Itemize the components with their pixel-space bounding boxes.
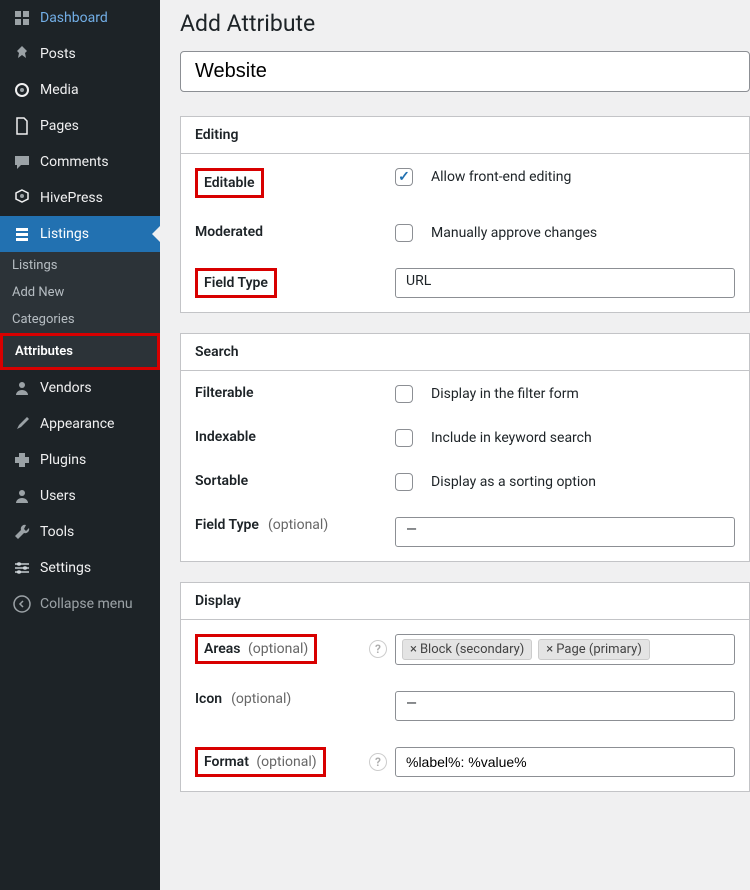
area-tag: ×Page (primary) [538, 639, 650, 660]
icon-select[interactable]: — [395, 691, 735, 721]
sidebar-item-settings[interactable]: Settings [0, 550, 160, 586]
pin-icon [12, 44, 32, 64]
areas-tags-input[interactable]: ×Block (secondary) ×Page (primary) [395, 634, 735, 665]
sidebar-item-tools[interactable]: Tools [0, 514, 160, 550]
search-field-type-label: Field Type(optional) [195, 517, 395, 533]
sidebar-item-vendors[interactable]: Vendors [0, 370, 160, 406]
sidebar-item-hivepress[interactable]: HivePress [0, 180, 160, 216]
indexable-checkbox[interactable] [395, 429, 413, 447]
editable-checkbox[interactable] [395, 168, 413, 186]
format-input[interactable] [395, 747, 735, 777]
areas-label: Areas (optional) ? [195, 634, 395, 664]
collapse-menu-button[interactable]: Collapse menu [0, 586, 160, 622]
remove-tag-icon[interactable]: × [546, 642, 553, 657]
sidebar-label: Tools [40, 524, 74, 540]
page-icon [12, 116, 32, 136]
sidebar-label: Users [40, 488, 76, 504]
sidebar-label: Settings [40, 560, 91, 576]
plugin-icon [12, 450, 32, 470]
sidebar-item-plugins[interactable]: Plugins [0, 442, 160, 478]
attribute-name-input[interactable] [180, 51, 750, 92]
sidebar-label: Comments [40, 154, 109, 170]
filterable-check-label[interactable]: Display in the filter form [431, 386, 579, 402]
dashboard-icon [12, 8, 32, 28]
moderated-checkbox[interactable] [395, 224, 413, 242]
help-icon[interactable]: ? [369, 753, 387, 771]
submenu-attributes[interactable]: Attributes [0, 333, 160, 370]
format-label: Format (optional) ? [195, 747, 395, 777]
listings-icon [12, 224, 32, 244]
search-box: Search Filterable Display in the filter … [180, 333, 750, 562]
sidebar-item-posts[interactable]: Posts [0, 36, 160, 72]
sidebar-label: Plugins [40, 452, 86, 468]
sidebar-item-appearance[interactable]: Appearance [0, 406, 160, 442]
main-content: Add Attribute Editing Editable Allow fro… [160, 0, 750, 890]
submenu-listings[interactable]: Listings [0, 252, 160, 279]
search-field-type-select[interactable]: — [395, 517, 735, 547]
help-icon[interactable]: ? [369, 640, 387, 658]
settings-icon [12, 558, 32, 578]
moderated-check-label[interactable]: Manually approve changes [431, 225, 597, 241]
tool-icon [12, 522, 32, 542]
vendor-icon [12, 378, 32, 398]
editing-heading: Editing [181, 117, 749, 154]
editing-box: Editing Editable Allow front-end editing… [180, 116, 750, 313]
comment-icon [12, 152, 32, 172]
sidebar-label: Vendors [40, 380, 92, 396]
display-box: Display Areas (optional) ? ×Block (secon… [180, 582, 750, 792]
brush-icon [12, 414, 32, 434]
page-title: Add Attribute [180, 10, 750, 37]
sidebar-item-pages[interactable]: Pages [0, 108, 160, 144]
sortable-checkbox[interactable] [395, 473, 413, 491]
sidebar-item-users[interactable]: Users [0, 478, 160, 514]
sidebar-submenu: Listings Add New Categories Attributes [0, 252, 160, 370]
field-type-label: Field Type [195, 268, 395, 298]
collapse-icon [12, 594, 32, 614]
sidebar-label: Dashboard [40, 10, 108, 26]
indexable-label: Indexable [195, 429, 395, 445]
icon-label: Icon(optional) [195, 691, 395, 707]
sidebar-label: Appearance [40, 416, 114, 432]
filterable-label: Filterable [195, 385, 395, 401]
submenu-categories[interactable]: Categories [0, 306, 160, 333]
submenu-add-new[interactable]: Add New [0, 279, 160, 306]
area-tag: ×Block (secondary) [402, 639, 532, 660]
display-heading: Display [181, 583, 749, 620]
admin-sidebar: Dashboard Posts Media Pages Comments Hiv… [0, 0, 160, 890]
field-type-select[interactable]: URL [395, 268, 735, 298]
hivepress-icon [12, 188, 32, 208]
sidebar-label: Listings [40, 226, 89, 242]
filterable-checkbox[interactable] [395, 385, 413, 403]
collapse-label: Collapse menu [40, 596, 133, 612]
moderated-label: Moderated [195, 224, 395, 240]
indexable-check-label[interactable]: Include in keyword search [431, 430, 592, 446]
editable-check-label[interactable]: Allow front-end editing [431, 169, 571, 185]
search-heading: Search [181, 334, 749, 371]
sidebar-item-dashboard[interactable]: Dashboard [0, 0, 160, 36]
sidebar-label: Pages [40, 118, 79, 134]
sidebar-item-listings[interactable]: Listings [0, 216, 160, 252]
sidebar-item-media[interactable]: Media [0, 72, 160, 108]
remove-tag-icon[interactable]: × [410, 642, 417, 657]
media-icon [12, 80, 32, 100]
sortable-check-label[interactable]: Display as a sorting option [431, 474, 596, 490]
sortable-label: Sortable [195, 473, 395, 489]
sidebar-label: Posts [40, 46, 76, 62]
sidebar-label: Media [40, 82, 79, 98]
sidebar-item-comments[interactable]: Comments [0, 144, 160, 180]
sidebar-label: HivePress [40, 190, 103, 206]
editable-label: Editable [195, 168, 395, 198]
user-icon [12, 486, 32, 506]
